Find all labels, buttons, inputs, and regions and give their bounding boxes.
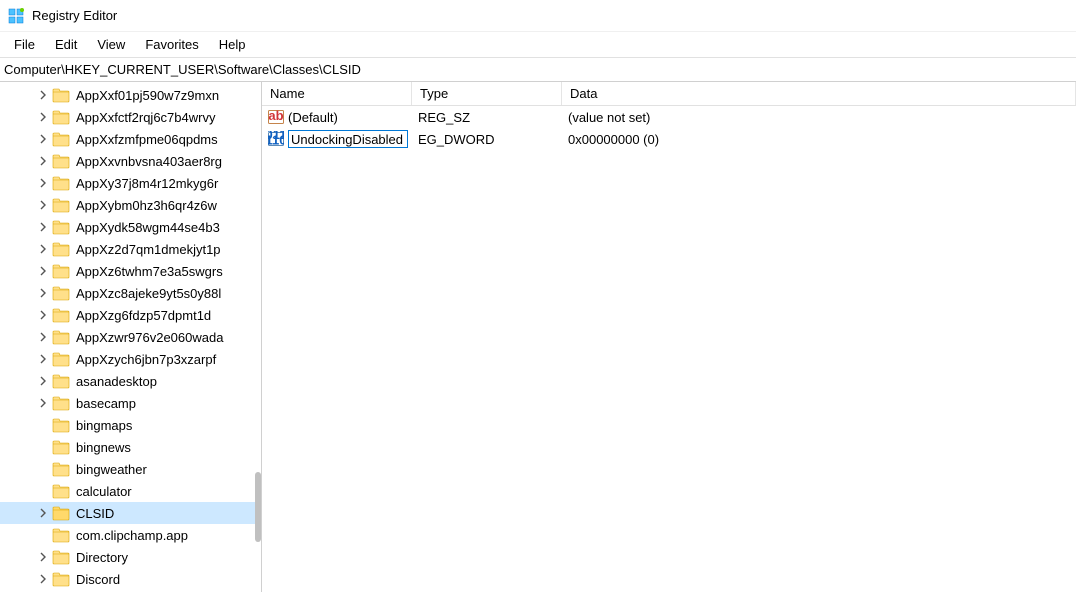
expand-icon[interactable] [36, 308, 50, 322]
main-area: AppXxf01pj590w7z9mxn AppXxfctf2rqj6c7b4w… [0, 82, 1076, 592]
tree-item-label: AppXz2d7qm1dmekjyt1p [74, 242, 223, 257]
expand-icon[interactable] [36, 132, 50, 146]
tree-item-label: AppXy37j8m4r12mkyg6r [74, 176, 220, 191]
expand-icon[interactable] [36, 286, 50, 300]
tree-scrollbar-thumb[interactable] [255, 472, 261, 542]
cell-data: (value not set) [562, 110, 1076, 125]
expand-icon[interactable] [36, 264, 50, 278]
tree-item[interactable]: AppXz2d7qm1dmekjyt1p [0, 238, 261, 260]
cell-type: EG_DWORD [412, 132, 562, 147]
value-row[interactable]: ab (Default) REG_SZ (value not set) [262, 106, 1076, 128]
tree-item[interactable]: AppXzwr976v2e060wada [0, 326, 261, 348]
value-row[interactable]: 011 110 EG_DWORD 0x00000000 (0) [262, 128, 1076, 150]
tree-item-label: AppXzc8ajeke9yt5s0y88l [74, 286, 223, 301]
tree-item-label: com.clipchamp.app [74, 528, 190, 543]
tree-item[interactable]: AppXxf01pj590w7z9mxn [0, 84, 261, 106]
svg-text:ab: ab [268, 109, 283, 123]
tree-item[interactable]: bingmaps [0, 414, 261, 436]
tree-item[interactable]: AppXzg6fdzp57dpmt1d [0, 304, 261, 326]
cell-data: 0x00000000 (0) [562, 132, 1076, 147]
tree-item[interactable]: basecamp [0, 392, 261, 414]
tree-pane[interactable]: AppXxf01pj590w7z9mxn AppXxfctf2rqj6c7b4w… [0, 82, 262, 592]
expand-icon[interactable] [36, 572, 50, 586]
tree-item[interactable]: com.clipchamp.app [0, 524, 261, 546]
tree-item-label: AppXzych6jbn7p3xzarpf [74, 352, 218, 367]
column-header-data[interactable]: Data [562, 82, 1076, 105]
expand-icon[interactable] [36, 176, 50, 190]
tree-item-label: bingnews [74, 440, 133, 455]
tree-item-label: bingmaps [74, 418, 134, 433]
tree-item[interactable]: AppXxfzmfpme06qpdms [0, 128, 261, 150]
list-header: Name Type Data [262, 82, 1076, 106]
column-header-name[interactable]: Name [262, 82, 412, 105]
value-name-edit[interactable] [288, 130, 408, 148]
list-body[interactable]: ab (Default) REG_SZ (value not set) 011 … [262, 106, 1076, 592]
tree-item[interactable]: AppXzc8ajeke9yt5s0y88l [0, 282, 261, 304]
title-bar: Registry Editor [0, 0, 1076, 32]
tree-item-label: Directory [74, 550, 130, 565]
tree-item-label: AppXz6twhm7e3a5swgrs [74, 264, 225, 279]
value-name: (Default) [288, 110, 338, 125]
tree-item-label: AppXydk58wgm44se4b3 [74, 220, 222, 235]
tree-item[interactable]: Discord [0, 568, 261, 590]
tree-item[interactable]: AppXy37j8m4r12mkyg6r [0, 172, 261, 194]
tree-item-label: AppXxfctf2rqj6c7b4wrvy [74, 110, 217, 125]
tree-item[interactable]: calculator [0, 480, 261, 502]
tree-item-label: basecamp [74, 396, 138, 411]
tree-item[interactable]: AppXzych6jbn7p3xzarpf [0, 348, 261, 370]
expand-icon[interactable] [36, 110, 50, 124]
cell-type: REG_SZ [412, 110, 562, 125]
column-header-type[interactable]: Type [412, 82, 562, 105]
expand-icon[interactable] [36, 330, 50, 344]
menu-favorites[interactable]: Favorites [135, 34, 208, 55]
expand-icon[interactable] [36, 242, 50, 256]
tree-item-label: AppXxfzmfpme06qpdms [74, 132, 220, 147]
expand-icon[interactable] [36, 220, 50, 234]
tree-item-label: bingweather [74, 462, 149, 477]
expand-icon[interactable] [36, 550, 50, 564]
menu-file[interactable]: File [4, 34, 45, 55]
tree-item[interactable]: CLSID [0, 502, 261, 524]
tree-item[interactable]: Directory [0, 546, 261, 568]
window-title: Registry Editor [32, 8, 117, 23]
tree-item[interactable]: asanadesktop [0, 370, 261, 392]
tree-item-label: calculator [74, 484, 134, 499]
svg-text:110: 110 [268, 133, 284, 148]
expand-icon[interactable] [36, 396, 50, 410]
menu-bar: File Edit View Favorites Help [0, 32, 1076, 58]
tree-item-label: AppXxf01pj590w7z9mxn [74, 88, 221, 103]
tree-item-label: Discord [74, 572, 122, 587]
tree-item-label: AppXzwr976v2e060wada [74, 330, 225, 345]
menu-view[interactable]: View [87, 34, 135, 55]
expand-icon[interactable] [36, 374, 50, 388]
expand-icon[interactable] [36, 506, 50, 520]
menu-edit[interactable]: Edit [45, 34, 87, 55]
expand-icon[interactable] [36, 88, 50, 102]
menu-help[interactable]: Help [209, 34, 256, 55]
tree-item[interactable]: AppXz6twhm7e3a5swgrs [0, 260, 261, 282]
tree-item[interactable]: AppXxfctf2rqj6c7b4wrvy [0, 106, 261, 128]
tree-item-label: CLSID [74, 506, 116, 521]
tree-item[interactable]: bingweather [0, 458, 261, 480]
tree-item[interactable]: AppXydk58wgm44se4b3 [0, 216, 261, 238]
tree-item[interactable]: AppXxvnbvsna403aer8rg [0, 150, 261, 172]
address-bar [0, 58, 1076, 82]
tree-item-label: asanadesktop [74, 374, 159, 389]
tree-item-label: AppXzg6fdzp57dpmt1d [74, 308, 213, 323]
tree-item[interactable]: AppXybm0hz3h6qr4z6w [0, 194, 261, 216]
address-input[interactable] [4, 58, 1072, 81]
expand-icon[interactable] [36, 198, 50, 212]
tree-item-label: AppXxvnbvsna403aer8rg [74, 154, 224, 169]
app-icon [8, 8, 24, 24]
expand-icon[interactable] [36, 352, 50, 366]
cell-name: 011 110 [262, 130, 412, 148]
list-pane: Name Type Data ab (Default) REG_SZ (valu… [262, 82, 1076, 592]
tree-item[interactable]: bingnews [0, 436, 261, 458]
tree-item-label: AppXybm0hz3h6qr4z6w [74, 198, 219, 213]
cell-name: ab (Default) [262, 109, 412, 125]
expand-icon[interactable] [36, 154, 50, 168]
